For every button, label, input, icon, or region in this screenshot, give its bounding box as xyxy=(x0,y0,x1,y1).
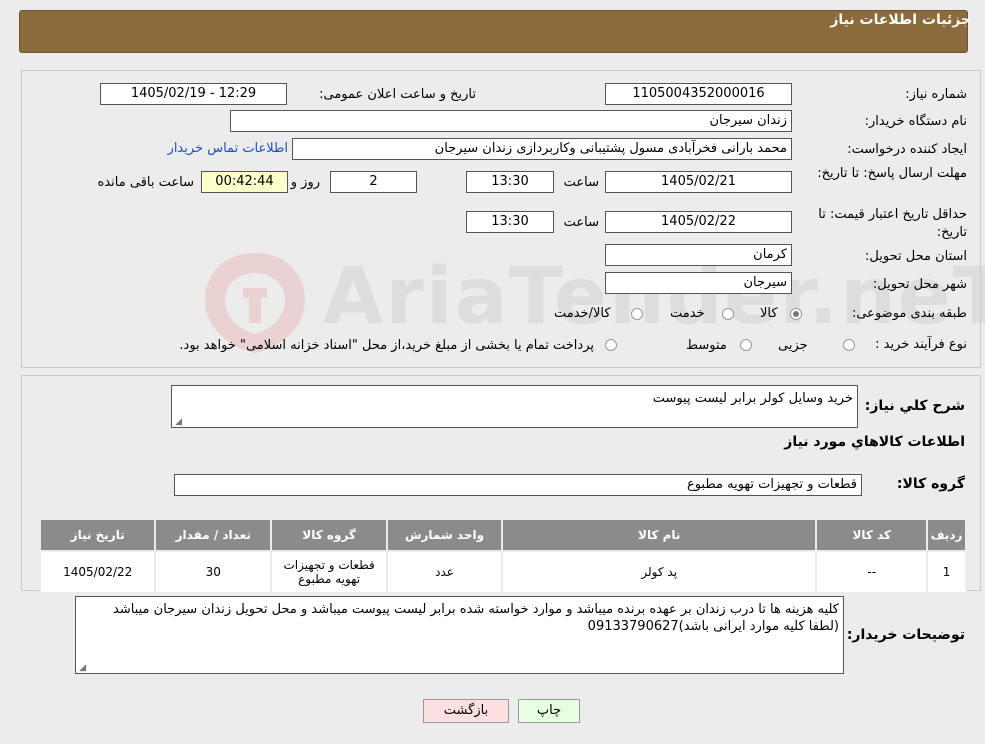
table-row: 1 -- پد کولر عدد قطعات و تجهیزات تهویه م… xyxy=(38,550,967,594)
province-field: کرمان xyxy=(605,244,792,266)
process-medium-radio[interactable] xyxy=(740,339,752,351)
summary-text: خرید وسایل کولر برابر لیست پیوست xyxy=(652,391,853,406)
cell-unit: عدد xyxy=(386,550,504,594)
deadline-label: مهلت ارسال پاسخ: تا تاریخ: xyxy=(817,166,967,181)
category-goods-service-radio[interactable] xyxy=(631,308,643,320)
process-minor-label: جزیی xyxy=(778,338,808,353)
deadline-date-field: 1405/02/21 xyxy=(605,171,792,193)
cell-row-number: 1 xyxy=(926,550,967,594)
buyer-contact-link[interactable]: اطلاعات تماس خریدار xyxy=(168,141,288,156)
buyer-notes-text: کلیه هزینه ها تا درب زندان بر عهده برنده… xyxy=(113,602,839,634)
goods-table-header: رديف كد كالا نام كالا واحد شمارش گروه كا… xyxy=(38,518,967,552)
process-medium-label: متوسط xyxy=(686,338,727,353)
creator-label: ایجاد کننده درخواست: xyxy=(847,142,967,157)
price-validity-time-label: ساعت xyxy=(563,215,599,230)
price-validity-date-field: 1405/02/22 xyxy=(605,211,792,233)
cell-quantity: 30 xyxy=(154,550,273,594)
category-service-radio[interactable] xyxy=(722,308,734,320)
province-label: استان محل تحویل: xyxy=(865,249,967,264)
city-label: شهر محل تحویل: xyxy=(872,277,967,292)
page-header xyxy=(19,10,968,53)
goods-group-label: گروه کالا: xyxy=(896,476,965,492)
col-row-number: رديف xyxy=(926,518,967,552)
remaining-time-field: 00:42:44 xyxy=(201,171,288,193)
days-remaining-field: 2 xyxy=(330,171,417,193)
cell-goods-code: -- xyxy=(815,550,929,594)
col-goods-name: نام كالا xyxy=(501,518,818,552)
category-goods-radio[interactable] xyxy=(790,308,802,320)
buyer-org-label: نام دستگاه خریدار: xyxy=(864,114,967,129)
buyer-notes-label: توضیحات خریدار: xyxy=(846,627,965,643)
process-type-label: نوع فرآیند خرید : xyxy=(875,337,967,352)
back-button[interactable]: بازگشت xyxy=(423,699,509,723)
goods-table: رديف كد كالا نام كالا واحد شمارش گروه كا… xyxy=(38,518,967,594)
page-title: جزئیات اطلاعات نیاز xyxy=(830,12,971,28)
col-goods-code: كد كالا xyxy=(815,518,929,552)
goods-group-field: قطعات و تجهیزات تهویه مطبوع xyxy=(174,474,862,496)
print-button[interactable]: چاپ xyxy=(518,699,580,723)
category-goods-service-label: کالا/خدمت xyxy=(554,306,611,321)
buyer-org-field: زندان سیرجان xyxy=(230,110,792,132)
category-goods-label: کالا xyxy=(760,306,778,321)
city-field: سیرجان xyxy=(605,272,792,294)
creator-field: محمد بارانی فخرآبادی مسول پشتیبانی وکارب… xyxy=(292,138,792,160)
col-unit: واحد شمارش xyxy=(386,518,504,552)
process-treasury-note: پرداخت تمام یا بخشی از مبلغ خرید،از محل … xyxy=(179,338,594,353)
need-number-field: 1105004352000016 xyxy=(605,83,792,105)
cell-goods-name: پد کولر xyxy=(501,550,818,594)
process-minor-radio[interactable] xyxy=(843,339,855,351)
category-label: طبقه بندی موضوعی: xyxy=(851,306,967,321)
remaining-time-label: ساعت باقی مانده xyxy=(97,175,194,190)
category-service-label: خدمت xyxy=(670,306,705,321)
days-label: روز و xyxy=(290,175,320,190)
announce-datetime-label: تاریخ و ساعت اعلان عمومی: xyxy=(319,87,476,102)
resize-handle-icon[interactable]: ◢ xyxy=(174,418,182,427)
summary-label: شرح كلي نياز: xyxy=(864,398,965,414)
goods-info-title: اطلاعات كالاهاي مورد نياز xyxy=(784,434,965,450)
announce-datetime-field: 1405/02/19 - 12:29 xyxy=(100,83,287,105)
price-validity-label: حداقل تاریخ اعتبار قیمت: تا تاریخ: xyxy=(818,207,967,240)
col-need-date: تاريخ نياز xyxy=(38,518,157,552)
resize-handle-icon[interactable]: ◢ xyxy=(78,664,86,673)
process-treasury-radio[interactable] xyxy=(605,339,617,351)
deadline-time-label: ساعت xyxy=(563,175,599,190)
deadline-time-field: 13:30 xyxy=(466,171,554,193)
summary-textarea[interactable]: خرید وسایل کولر برابر لیست پیوست ◢ xyxy=(171,385,858,428)
cell-need-date: 1405/02/22 xyxy=(38,550,157,594)
cell-goods-group: قطعات و تجهیزات تهویه مطبوع xyxy=(270,550,389,594)
col-quantity: تعداد / مقدار xyxy=(154,518,273,552)
price-validity-time-field: 13:30 xyxy=(466,211,554,233)
buyer-notes-textarea[interactable]: کلیه هزینه ها تا درب زندان بر عهده برنده… xyxy=(75,596,844,674)
need-number-label: شماره نیاز: xyxy=(905,87,967,102)
col-goods-group: گروه كالا xyxy=(270,518,389,552)
